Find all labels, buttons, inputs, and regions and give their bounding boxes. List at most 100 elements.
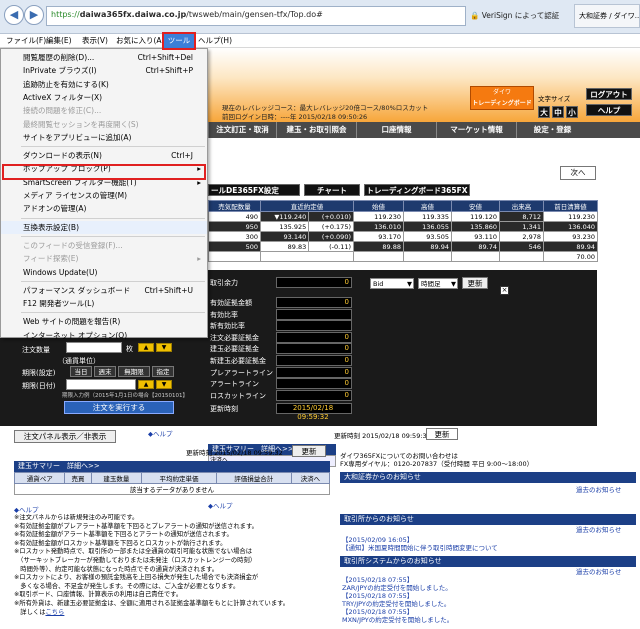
qty-label: 注文数量 [22,346,50,354]
menu-item-label: 閲覧履歴の削除(D)... [23,53,95,62]
font-small-button[interactable]: 小 [566,106,578,118]
date-up-button[interactable]: ▲ [138,380,154,389]
tools-menu-item[interactable]: メディア ライセンスの管理(M) [1,189,207,202]
margin-row-value: 0 [276,389,352,401]
note-text: ※有効証拠金額がアラート基準額を下回るとアラートの通知が送信されます。 [14,531,233,539]
tools-menu-item[interactable]: Web サイトの問題を報告(R) [1,315,207,328]
col-last-price: 直近約定値 [260,200,354,212]
help-button[interactable]: ヘルプ [586,104,632,116]
tools-menu-item: 最終閲覧セッションを再度開く(S) [1,118,207,131]
cell: 89.88 [353,241,404,252]
cell: 93.170 [353,231,404,242]
tools-menu-item[interactable]: 閲覧履歴の削除(D)... Ctrl+Shift+Del [1,51,207,64]
period-specify-button[interactable]: 指定 [152,366,174,377]
close-icon[interactable]: × [500,286,509,295]
tools-menu-item[interactable]: InPrivate ブラウズ(I) Ctrl+Shift+P [1,64,207,77]
notes-details-link[interactable]: こちら [45,609,64,616]
menu-view[interactable]: 表示(V) [82,34,108,48]
tools-menu-item[interactable]: サイトをアプリビューに追加(A) [1,131,207,144]
tools-menu-item[interactable]: Windows Update(U) [1,266,207,279]
summary-update-button[interactable]: 更新 [426,428,458,440]
nav-market-info[interactable]: マーケット情報 [436,122,516,138]
chart-update-button[interactable]: 更新 [462,277,488,289]
url-input[interactable]: https://daiwa365fx.daiwa.co.jp/twsweb/ma… [46,6,466,26]
tools-menu-item[interactable]: アドオンの管理(A) [1,202,207,215]
menu-edit[interactable]: 編集(E) [46,34,72,48]
rate-row[interactable]: 70.00 [208,251,598,262]
help-link-2[interactable]: ◆ヘルプ [208,502,233,511]
cell: (+0.175) [308,221,354,232]
summary-header-bar[interactable]: 建玉サマリー 詳細へ>> [14,461,330,472]
menu-item-label: アドオンの管理(A) [23,204,87,214]
browser-tab[interactable]: 大和証券 / ダイワ... [574,4,640,28]
qty-input[interactable] [66,342,122,353]
rate-row[interactable]: 500 89.83 (-0.11) 89.88 89.94 89.74 546 … [208,241,598,252]
rate-row[interactable]: 300 93.140 (+0.090) 93.170 93.505 93.110… [208,231,598,242]
date-down-button[interactable]: ▼ [156,380,172,389]
cell: 135.925 [259,221,310,232]
next-button[interactable]: 次へ [560,166,596,180]
tools-menu-item[interactable]: ダウンロードの表示(N) Ctrl+J [1,149,207,162]
system-notice-title: 取引所システムからのお知らせ [340,556,636,567]
menu-item-label: Windows Update(U) [23,267,98,277]
note-line: ※取引ボード、口座情報、計算表示の利用は自己責任です。 [14,591,334,600]
menu-item-label: このフィードの受信登録(F)... [23,240,123,250]
period-weekend-button[interactable]: 週末 [94,366,116,377]
nav-order-modify[interactable]: 注文訂正・取消 [208,122,276,138]
nav-settings[interactable]: 設定・登録 [516,122,588,138]
period-date-input[interactable] [66,379,136,390]
tools-menu-item[interactable]: F12 開発者ツール(L) [1,297,207,310]
menu-help[interactable]: ヘルプ(H) [198,34,232,48]
cell: 1,341 [499,221,544,232]
tools-menu-item[interactable]: ActiveX フィルター(X) [1,91,207,104]
font-medium-button[interactable]: 中 [552,106,564,118]
tool-setting-button[interactable]: ールDE365FX設定 [208,184,300,196]
menu-item-label: 互換表示設定(B) [23,222,79,232]
menu-item-label: InPrivate ブラウズ(I) [23,66,97,76]
execute-order-button[interactable]: 注文を実行する [64,401,174,414]
menu-item-shortcut: Ctrl+Shift+P [145,66,193,76]
timeframe-select[interactable]: 時間足 ▼ [418,278,458,289]
help-link[interactable]: ◆ヘルプ [148,430,173,439]
trading-board-button[interactable]: トレーディングボード365FX [364,184,470,196]
tools-menu-item[interactable]: パフォーマンス ダッシュボード Ctrl+Shift+U [1,284,207,297]
qty-down-button[interactable]: ▼ [156,343,172,352]
tools-menu-item[interactable]: 追跡防止を有効にする(K) [1,78,207,91]
menu-separator [21,217,205,219]
daiwa-past-link[interactable]: 過去のお知らせ [576,486,621,495]
qty-up-button[interactable]: ▲ [138,343,154,352]
tools-menu-item[interactable]: インターネット オプション(O) [1,329,207,342]
compat-view-highlight [2,164,206,180]
exchange-item-link[interactable]: 【通知】米国夏時間開始に伴う取引時間変更について [342,544,498,553]
note-line: ※有効証拠金額がアラート基準額を下回るとアラートの通知が送信されます。 [14,531,334,540]
menu-item-label: メディア ライセンスの管理(M) [23,191,128,200]
margin-label: 取引余力 [210,279,238,287]
system-item-link[interactable]: MXN/JPYの約定受付を開始しました。 [342,616,453,625]
system-past-link[interactable]: 過去のお知らせ [576,568,621,577]
note-line: 詳しくはこちら [14,609,334,618]
rate-row[interactable]: 490 ▼119.240 (+0.010) 119.230 119.335 11… [208,211,598,222]
bid-select[interactable]: Bid ▼ [370,278,414,289]
cell [353,251,404,262]
margin-row-label: ロスカットライン [210,391,266,400]
nav-account-info[interactable]: 口座情報 [356,122,436,138]
tools-menu-item[interactable]: 互換表示設定(B) [1,220,207,234]
font-large-button[interactable]: 大 [538,106,550,118]
period-date-label: 期限(日付) [22,382,56,390]
back-icon[interactable]: ◀ [4,5,24,25]
period-unlimited-button[interactable]: 無期限 [118,366,150,377]
panel-toggle-button[interactable]: 注文パネル表示／非表示 [14,430,116,443]
url-host: daiwa365fx.daiwa.co.jp [79,10,187,19]
forward-icon[interactable]: ▶ [24,5,44,25]
certificate-indicator[interactable]: 🔒 VeriSign によって認証 [470,6,570,26]
period-today-button[interactable]: 当日 [70,366,92,377]
rate-row[interactable]: 950 135.925 (+0.175) 136.010 136.055 135… [208,221,598,232]
nav-position-inquiry[interactable]: 建玉・お取引照会 [276,122,356,138]
logout-button[interactable]: ログアウト [586,88,632,100]
chart-button[interactable]: チャート [304,184,360,196]
menu-file[interactable]: ファイル(F) [6,34,46,48]
menu-separator [21,280,205,282]
update-button[interactable]: 更新 [292,445,326,457]
exchange-past-link[interactable]: 過去のお知らせ [576,526,621,535]
menu-favorites[interactable]: お気に入り(A) [116,34,164,48]
